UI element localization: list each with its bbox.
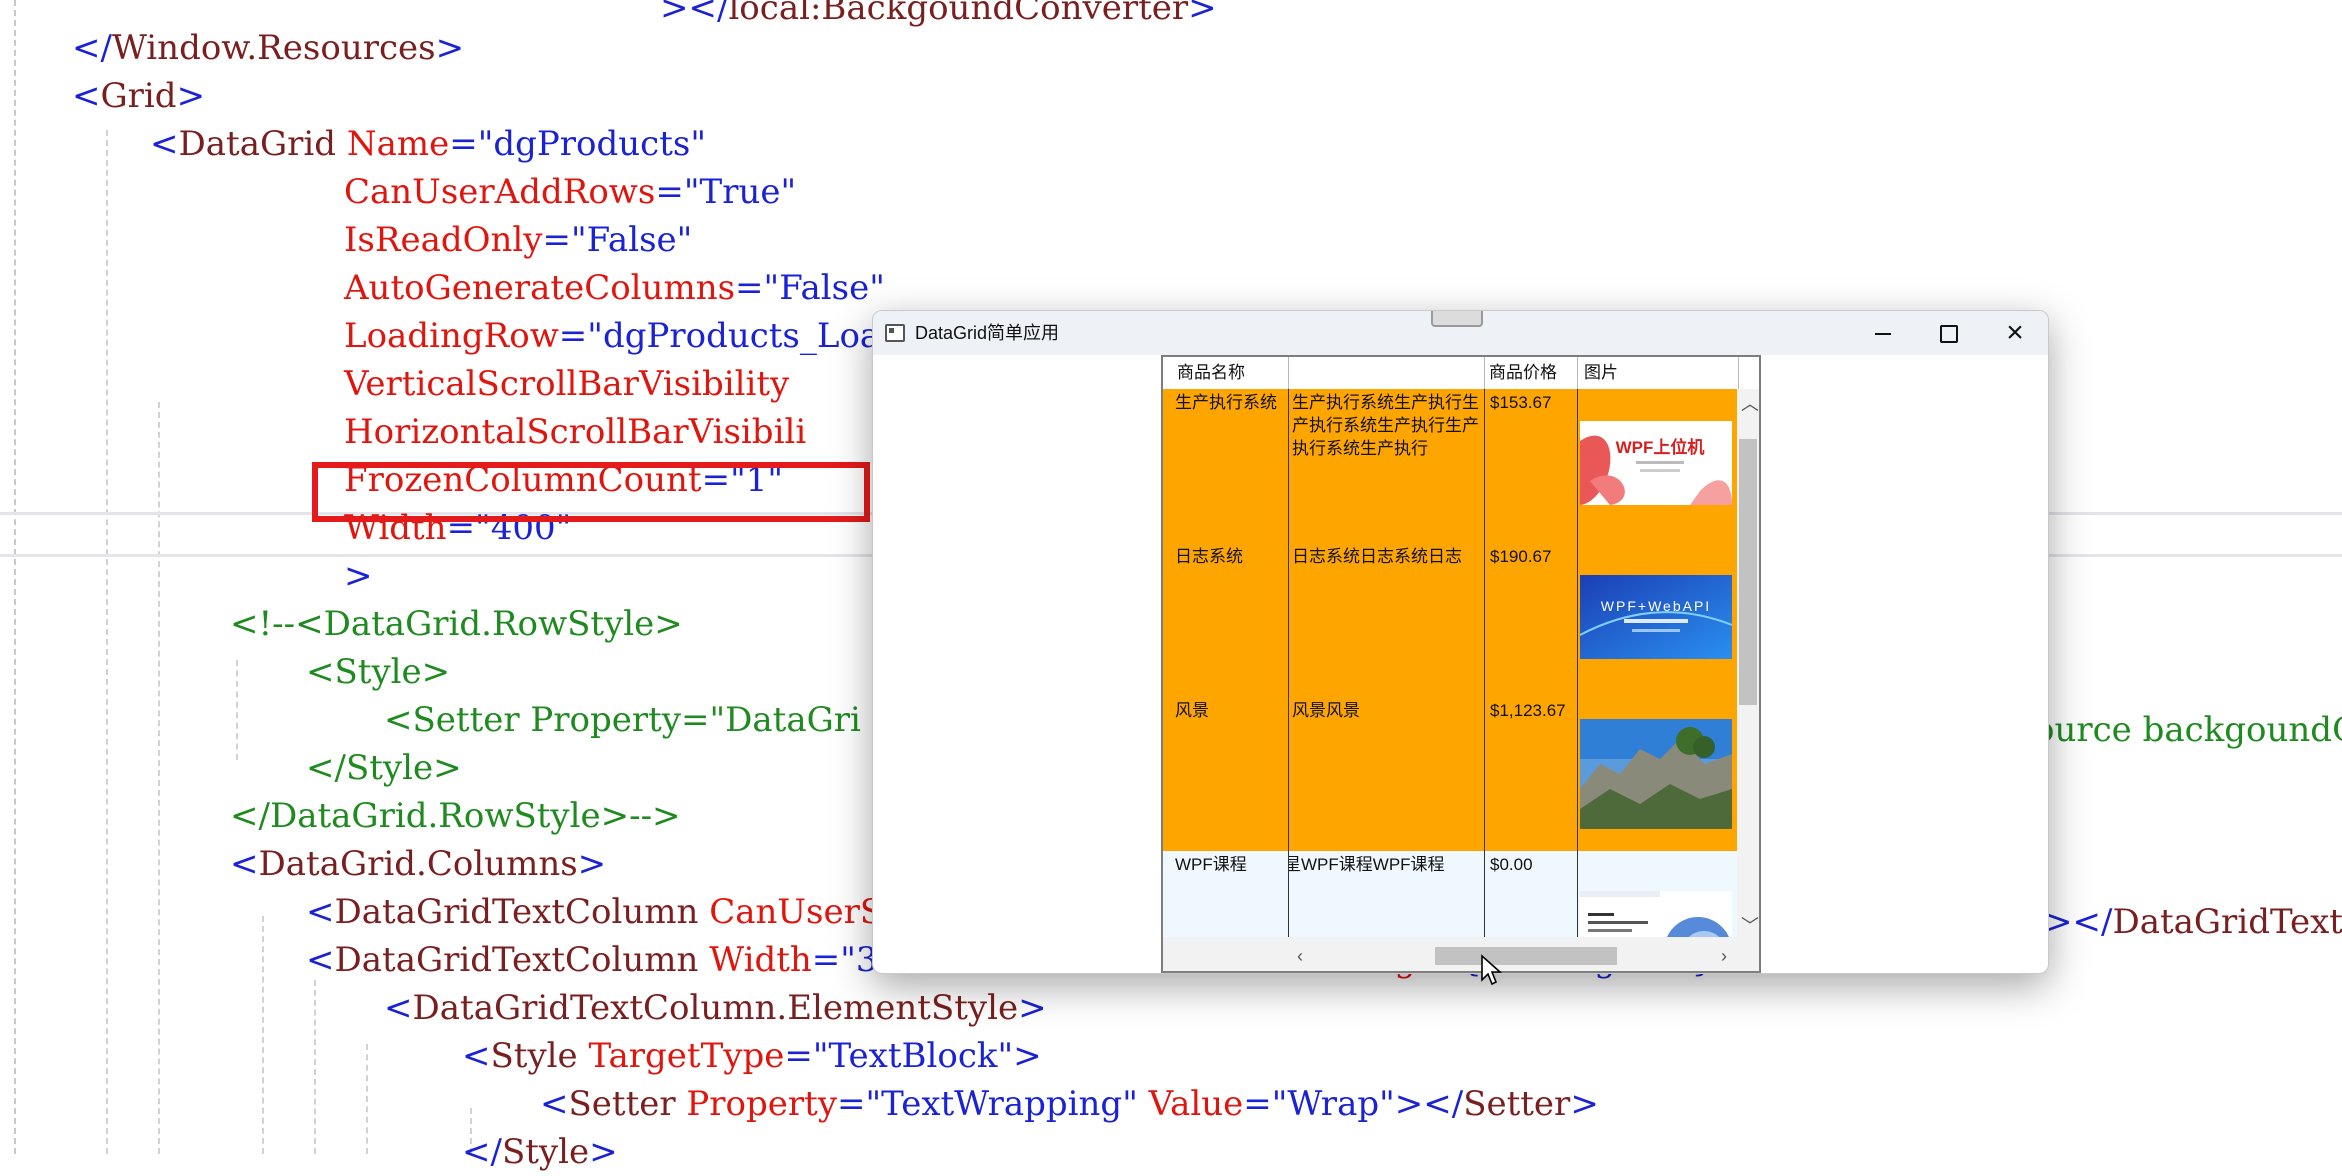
indent-guide xyxy=(262,916,264,1154)
code-fragment-text: DataGridTextC xyxy=(2112,902,2342,942)
code-line: IsReadOnly="False" xyxy=(344,220,693,260)
code-line: > xyxy=(344,556,373,596)
code-line: <Setter Property="DataGri xyxy=(384,700,861,740)
scroll-down-icon[interactable]: ﹀ xyxy=(1741,917,1759,935)
scroll-right-icon[interactable]: › xyxy=(1721,947,1727,965)
minimize-icon xyxy=(1875,333,1891,336)
table-row[interactable]: 日志系统 日志系统日志系统日志 $190.67 WPF+WebAPI xyxy=(1163,543,1739,698)
indent-guide xyxy=(106,130,108,1154)
column-header-image[interactable]: 图片 xyxy=(1578,357,1739,389)
cell-name[interactable]: 生产执行系统 xyxy=(1163,389,1289,543)
cell-price[interactable]: $190.67 xyxy=(1485,543,1578,697)
cell-price[interactable]: $1,123.67 xyxy=(1485,697,1578,851)
window-title: DataGrid简单应用 xyxy=(915,323,1060,343)
product-image xyxy=(1580,719,1732,829)
code-line: </DataGrid.RowStyle>--> xyxy=(230,796,681,836)
close-button[interactable]: × xyxy=(1982,311,2048,355)
scroll-left-icon[interactable]: ‹ xyxy=(1297,947,1303,965)
svg-text:WPF+WebAPI: WPF+WebAPI xyxy=(1601,598,1711,614)
cell-name[interactable]: 风景 xyxy=(1163,697,1289,851)
cell-image[interactable] xyxy=(1578,697,1738,851)
code-line: VerticalScrollBarVisibility xyxy=(344,364,790,404)
indent-guide xyxy=(236,660,238,760)
code-line: <DataGrid.Columns> xyxy=(230,844,607,884)
code-line: <Setter Property="TextWrapping" Value="W… xyxy=(540,1084,1599,1124)
cell-desc[interactable]: 生产执行系统生产执行生产执行系统生产执行生产执行系统生产执行 xyxy=(1289,389,1485,543)
code-line: HorizontalScrollBarVisibili xyxy=(344,412,807,452)
cell-desc[interactable]: 风景风景 xyxy=(1289,697,1485,851)
code-line: <!--<DataGrid.RowStyle> xyxy=(230,604,683,644)
table-row[interactable]: 生产执行系统 生产执行系统生产执行生产执行系统生产执行生产执行系统生产执行 $153… xyxy=(1163,389,1739,544)
mouse-cursor-icon xyxy=(1481,954,1503,986)
code-line: <DataGrid Name="dgProducts" xyxy=(150,124,706,164)
product-image: WPF+WebAPI xyxy=(1580,575,1732,659)
code-line: CanUserAddRows="True" xyxy=(344,172,797,212)
code-fragment-right: ></DataGridTextC xyxy=(2044,898,2342,946)
column-header-price[interactable]: 商品价格 xyxy=(1485,357,1578,389)
svg-text:WPF上位机: WPF上位机 xyxy=(1616,437,1705,457)
code-fragment-right: ource backgoundC xyxy=(2034,710,2342,750)
cell-price[interactable]: $153.67 xyxy=(1485,389,1578,543)
code-line: <Grid> xyxy=(72,76,206,116)
code-line: <Style> xyxy=(306,652,451,692)
maximize-button[interactable] xyxy=(1916,311,1982,355)
column-header-desc[interactable] xyxy=(1289,357,1485,389)
maximize-icon xyxy=(1940,325,1958,344)
code-line: AutoGenerateColumns="False" xyxy=(344,268,885,308)
grid-header: 商品名称 商品价格 图片 xyxy=(1163,357,1739,390)
code-line: </Style> xyxy=(306,748,462,788)
scroll-up-icon[interactable]: ︿ xyxy=(1741,395,1759,413)
minimize-button[interactable] xyxy=(1850,311,1916,355)
cell-name[interactable]: 日志系统 xyxy=(1163,543,1289,697)
close-icon: × xyxy=(2006,316,2024,349)
column-header-name[interactable]: 商品名称 xyxy=(1163,357,1289,389)
cell-image[interactable]: WPF+WebAPI xyxy=(1578,543,1738,697)
drag-grip-icon[interactable] xyxy=(1431,311,1483,327)
indent-guide xyxy=(366,1044,368,1154)
cell-image[interactable]: WPF上位机 xyxy=(1578,389,1738,543)
code-line: </Style> xyxy=(462,1132,618,1172)
highlight-box xyxy=(312,462,870,522)
horizontal-scroll-thumb[interactable] xyxy=(1435,947,1617,965)
code-line: LoadingRow="dgProducts_Load xyxy=(344,316,902,356)
indent-guide xyxy=(314,980,316,1154)
code-line: <DataGridTextColumn.ElementStyle> xyxy=(384,988,1047,1028)
code-line: </Window.Resources> xyxy=(72,28,465,68)
data-grid[interactable]: 商品名称 商品价格 图片 生产执行系统 生产执行系统生产执行生产执行系统生产执行生… xyxy=(1161,355,1761,973)
code-line: <Style TargetType="TextBlock"> xyxy=(462,1036,1042,1076)
app-icon xyxy=(885,324,905,342)
app-window[interactable]: DataGrid简单应用 × 商品名称 商品价格 图片 生产执行系统 生产执行系统… xyxy=(872,310,2049,974)
code-line: ></local:BackgoundConverter> xyxy=(660,0,1217,28)
cell-desc[interactable]: 日志系统日志系统日志 xyxy=(1289,543,1485,697)
product-image: WPF上位机 xyxy=(1580,421,1732,505)
editor-gutter xyxy=(14,0,16,1154)
table-row[interactable]: 风景 风景风景 $1,123.67 xyxy=(1163,697,1739,852)
code-line: <DataGridTextColumn CanUserSo xyxy=(306,892,904,932)
vertical-scroll-thumb[interactable] xyxy=(1739,439,1757,705)
title-bar[interactable]: DataGrid简单应用 × xyxy=(873,311,2048,355)
